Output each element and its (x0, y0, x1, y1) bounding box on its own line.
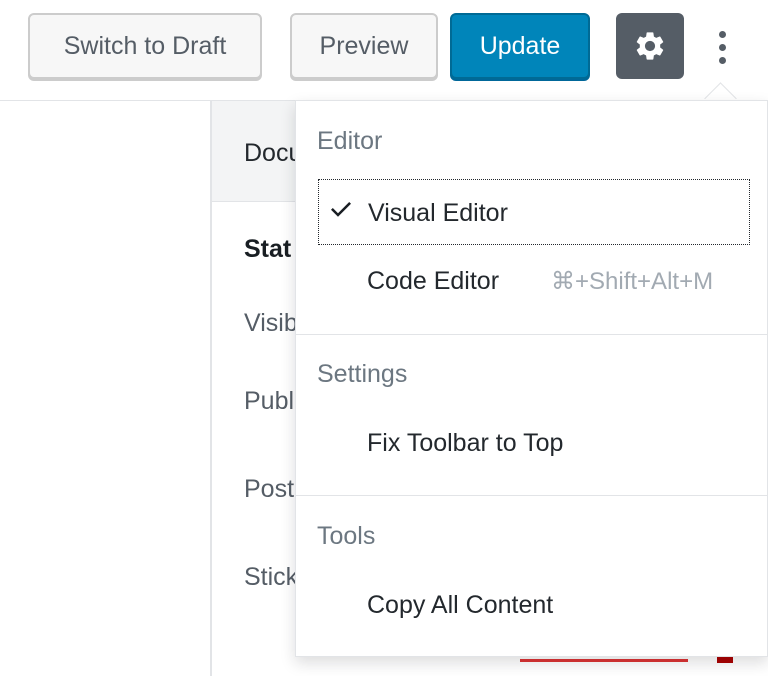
trash-indicator (717, 657, 733, 663)
visual-editor-item[interactable]: Visual Editor (318, 179, 750, 245)
code-editor-item[interactable]: Code Editor (367, 267, 499, 296)
visual-editor-label: Visual Editor (368, 199, 508, 227)
menu-divider (296, 334, 767, 335)
editor-header: Switch to Draft Preview Update (0, 0, 768, 101)
more-menu-dropdown: Editor Visual Editor Code Editor ⌘+Shift… (295, 100, 768, 657)
more-vertical-icon (718, 30, 726, 38)
code-editor-shortcut: ⌘+Shift+Alt+M (551, 268, 714, 295)
menu-divider (296, 495, 767, 496)
visibility-row: Visib (244, 309, 298, 337)
tools-group-label: Tools (317, 522, 376, 550)
post-format-row: Post (244, 475, 295, 503)
switch-to-draft-button[interactable]: Switch to Draft (28, 13, 262, 79)
tab-document[interactable]: Docu (244, 139, 302, 168)
update-button[interactable]: Update (450, 13, 590, 79)
fix-toolbar-item[interactable]: Fix Toolbar to Top (367, 429, 563, 458)
settings-button[interactable] (616, 13, 684, 79)
status-panel-title[interactable]: Stat (244, 235, 291, 264)
gear-icon (636, 32, 664, 60)
editor-group-label: Editor (317, 127, 383, 155)
copy-all-content-item[interactable]: Copy All Content (367, 591, 553, 620)
move-to-trash-underline (520, 659, 688, 662)
publish-row: Publ (244, 387, 295, 415)
preview-button[interactable]: Preview (290, 13, 438, 79)
checkmark-icon (331, 202, 351, 217)
sticky-row: Stick (244, 563, 299, 591)
settings-group-label: Settings (317, 360, 408, 388)
more-menu-button[interactable] (703, 22, 741, 72)
